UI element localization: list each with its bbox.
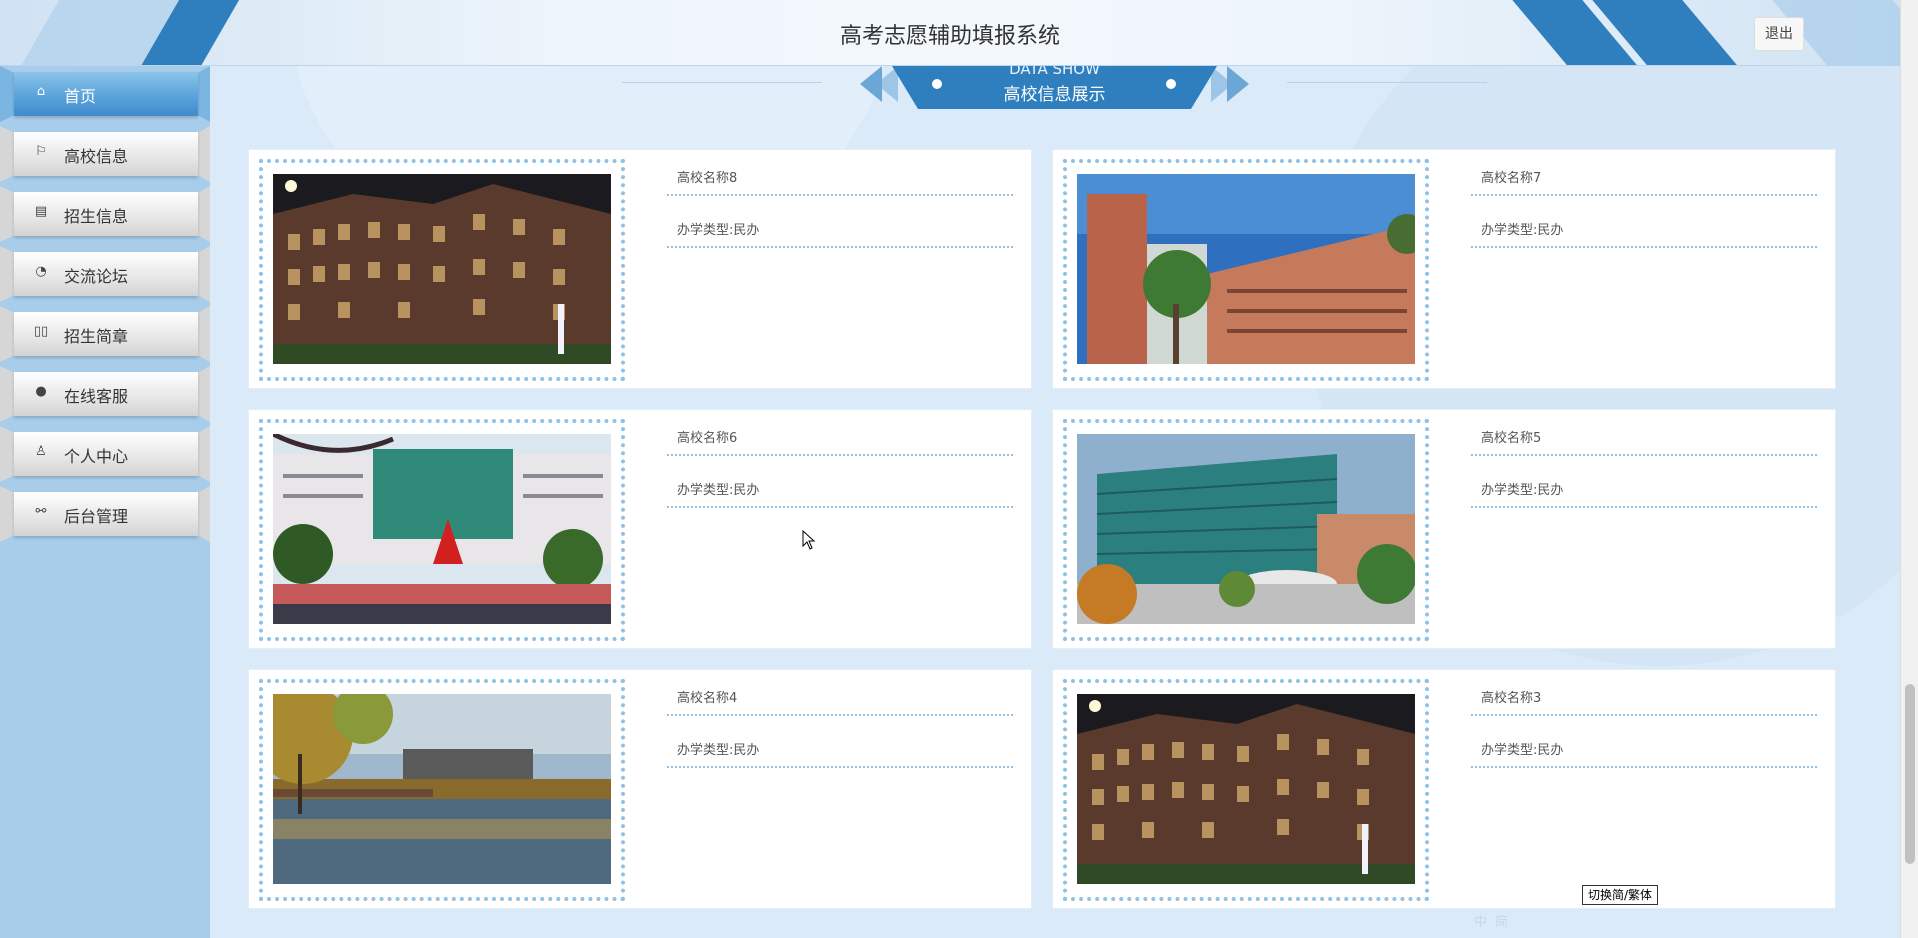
home-icon: ⌂ xyxy=(36,84,46,99)
sidebar-item-label: 招生信息 xyxy=(64,207,129,226)
school-name[interactable]: 高校名称7 xyxy=(1471,164,1817,196)
sidebar-item-label: 交流论坛 xyxy=(64,267,129,286)
school-card[interactable]: 高校名称5 办学类型:民办 xyxy=(1052,409,1836,649)
school-card[interactable]: 高校名称6 办学类型:民办 xyxy=(248,409,1032,649)
school-card[interactable]: 高校名称8 办学类型:民办 xyxy=(248,149,1032,389)
school-name[interactable]: 高校名称6 xyxy=(667,424,1013,456)
mouse-cursor-icon xyxy=(802,530,816,550)
link-icon: ⚯ xyxy=(35,504,47,519)
ime-toolbar[interactable]: 中 简 xyxy=(1474,912,1508,934)
school-photo[interactable] xyxy=(273,434,611,624)
school-type: 办学类型:民办 xyxy=(1471,736,1817,768)
sidebar-item-profile[interactable]: ♙ 个人中心 xyxy=(0,426,210,486)
school-type: 办学类型:民办 xyxy=(667,736,1013,768)
school-type: 办学类型:民办 xyxy=(1471,476,1817,508)
top-header: 高考志愿辅助填报系统 xyxy=(0,0,1900,66)
school-type: 办学类型:民办 xyxy=(667,216,1013,248)
sidebar-item-home[interactable]: ⌂ 首页 xyxy=(0,66,210,126)
sidebar-item-brochure[interactable]: ▯▯ 招生简章 xyxy=(0,306,210,366)
chat-icon: ● xyxy=(35,384,47,399)
section-title-en: DATA SHOW xyxy=(1009,66,1100,78)
sidebar-item-label: 个人中心 xyxy=(64,447,129,466)
sidebar-item-label: 招生简章 xyxy=(64,327,129,346)
school-photo[interactable] xyxy=(273,174,611,364)
school-name[interactable]: 高校名称5 xyxy=(1471,424,1817,456)
school-card[interactable]: 高校名称4 办学类型:民办 xyxy=(248,669,1032,909)
section-title: 高校信息展示 xyxy=(1003,85,1106,105)
sidebar-item-label: 高校信息 xyxy=(64,147,129,166)
sidebar: ⌂ 首页 ⚐ 高校信息 ▤ 招生信息 ◔ 交流论坛 ▯▯ 招生简章 ● 在线客服… xyxy=(0,66,210,938)
main-content: DATA SHOW 高校信息展示 高校名称8 办学类型:民办 高校名称7 办学类… xyxy=(210,66,1900,938)
sidebar-item-enrollment[interactable]: ▤ 招生信息 xyxy=(0,186,210,246)
flag-icon: ⚐ xyxy=(35,144,47,159)
sidebar-item-label: 首页 xyxy=(64,87,97,106)
school-photo[interactable] xyxy=(273,694,611,884)
school-name[interactable]: 高校名称4 xyxy=(667,684,1013,716)
section-banner: DATA SHOW 高校信息展示 xyxy=(622,66,1487,109)
school-type: 办学类型:民办 xyxy=(1471,216,1817,248)
ime-script-toggle[interactable]: 简 xyxy=(1495,912,1508,934)
user-icon: ♙ xyxy=(35,444,47,459)
school-photo[interactable] xyxy=(1077,174,1415,364)
sidebar-item-forum[interactable]: ◔ 交流论坛 xyxy=(0,246,210,306)
sidebar-item-admin[interactable]: ⚯ 后台管理 xyxy=(0,486,210,546)
school-name[interactable]: 高校名称8 xyxy=(667,164,1013,196)
scrollbar-thumb[interactable] xyxy=(1905,684,1915,864)
school-photo[interactable] xyxy=(1077,434,1415,624)
school-type: 办学类型:民办 xyxy=(667,476,1013,508)
school-card[interactable]: 高校名称7 办学类型:民办 xyxy=(1052,149,1836,389)
site-title: 高考志愿辅助填报系统 xyxy=(839,24,1060,49)
school-photo[interactable] xyxy=(1077,694,1415,884)
school-card[interactable]: 高校名称3 办学类型:民办 xyxy=(1052,669,1836,909)
sidebar-item-label: 后台管理 xyxy=(64,507,129,526)
book-icon: ▯▯ xyxy=(33,324,49,339)
sidebar-item-support[interactable]: ● 在线客服 xyxy=(0,366,210,426)
school-name[interactable]: 高校名称3 xyxy=(1471,684,1817,716)
ime-mode-label[interactable]: 中 xyxy=(1474,912,1487,934)
page-scrollbar[interactable] xyxy=(1900,0,1918,938)
tooltip: 切换简/繁体 xyxy=(1582,885,1659,905)
sidebar-item-schools[interactable]: ⚐ 高校信息 xyxy=(0,126,210,186)
logout-button[interactable]: 退出 xyxy=(1754,17,1804,51)
palette-icon: ◔ xyxy=(35,264,47,279)
sidebar-item-label: 在线客服 xyxy=(64,387,129,406)
calendar-icon: ▤ xyxy=(34,204,48,219)
